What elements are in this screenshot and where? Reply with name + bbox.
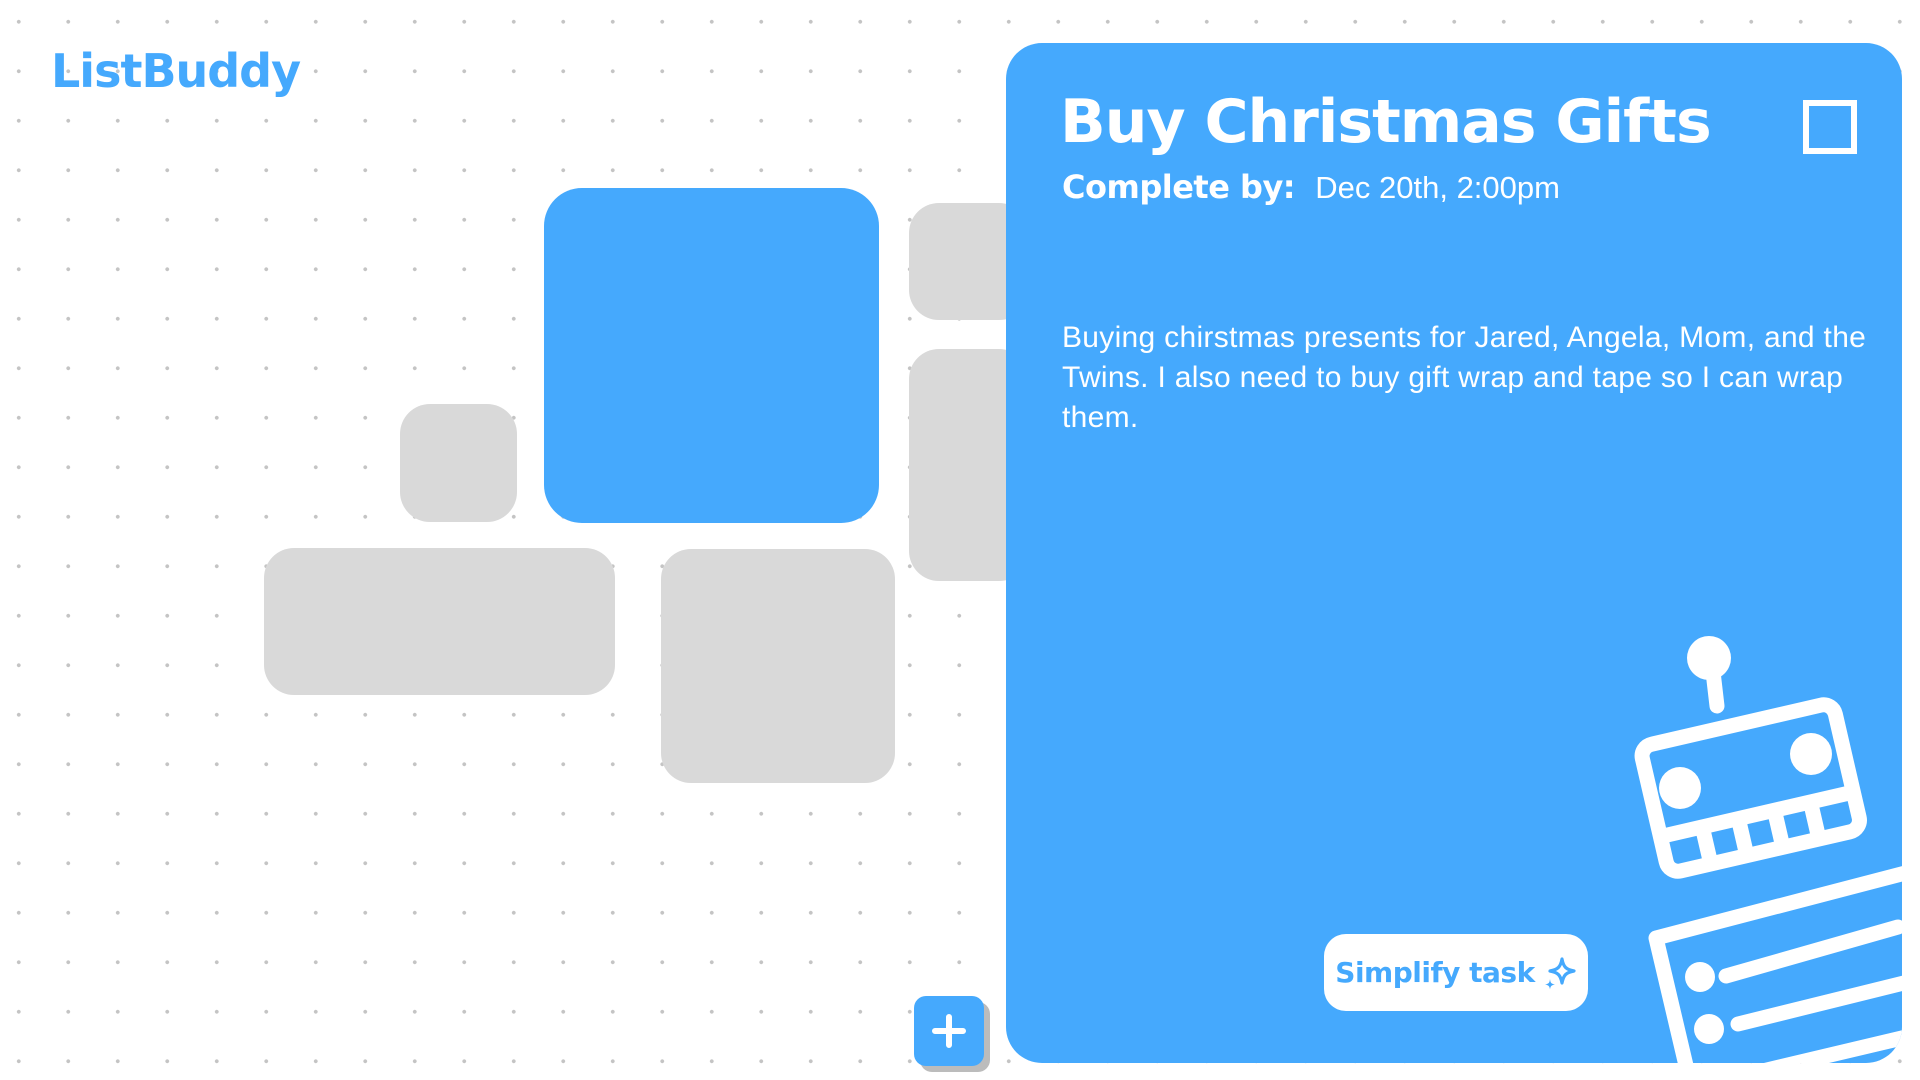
- task-tile[interactable]: [661, 549, 895, 783]
- task-tile[interactable]: [264, 548, 615, 695]
- app-logo: ListBuddy: [51, 44, 301, 98]
- due-date-row: Complete by: Dec 20th, 2:00pm: [1062, 168, 1560, 206]
- task-detail-panel: Buy Christmas Gifts Complete by: Dec 20t…: [1006, 43, 1902, 1063]
- robot-icon: [1634, 636, 1902, 1063]
- task-tile[interactable]: [400, 404, 517, 522]
- task-description: Buying chirstmas presents for Jared, Ang…: [1062, 321, 1867, 434]
- add-task-button[interactable]: [914, 996, 984, 1066]
- due-date-value: Dec 20th, 2:00pm: [1315, 170, 1560, 205]
- complete-checkbox[interactable]: [1803, 100, 1857, 154]
- task-title: Buy Christmas Gifts: [1060, 87, 1712, 157]
- plus-icon: [932, 1014, 966, 1048]
- simplify-task-label: Simplify task: [1335, 956, 1535, 989]
- sparkle-icon: [1544, 956, 1576, 989]
- add-task-control: [914, 996, 990, 1072]
- simplify-task-button[interactable]: Simplify task: [1324, 934, 1588, 1011]
- due-date-label: Complete by:: [1062, 168, 1296, 206]
- task-tile-selected[interactable]: [544, 188, 879, 523]
